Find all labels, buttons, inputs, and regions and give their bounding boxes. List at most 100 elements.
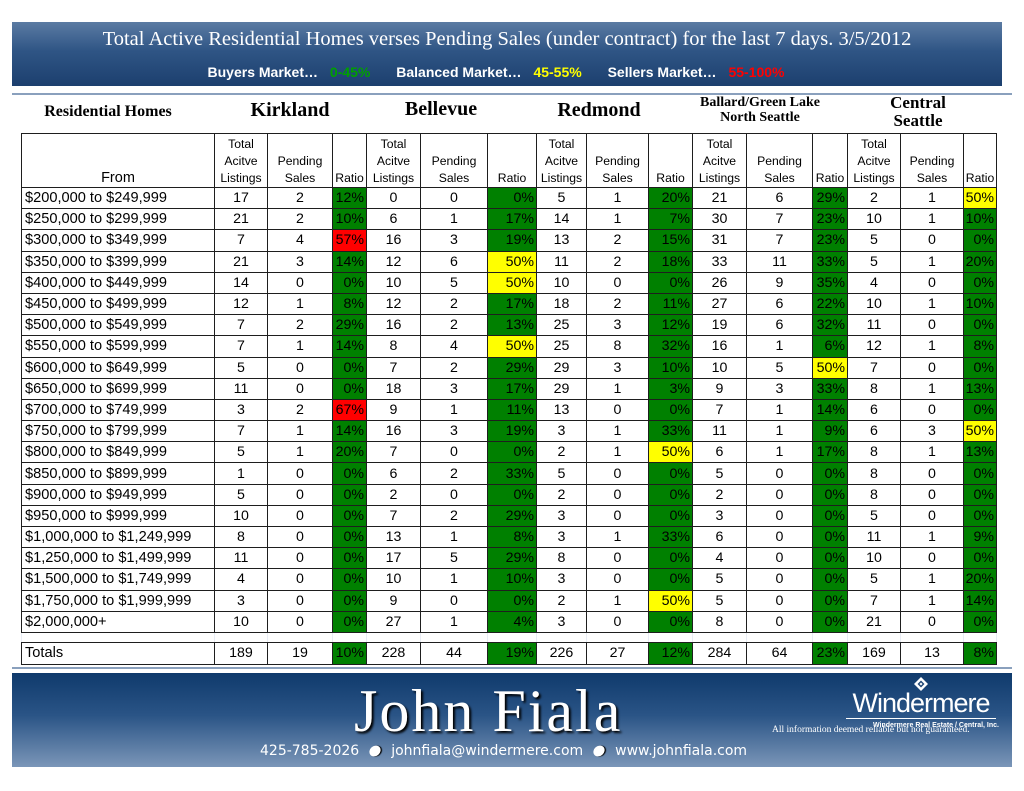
pending-header-text: Sales [764,171,795,185]
pending-sales-central: 0 [900,483,964,506]
active-listings-central: 11 [847,525,901,549]
active-listings-central: 8 [847,483,901,506]
active-listings-ballard: 26 [692,271,747,294]
pending-sales-kirkland: 0 [267,504,333,528]
ratio-ballard: 0% [812,504,848,528]
pending-sales-kirkland: 1 [267,292,333,316]
active-listings-bellevue: 18 [366,377,421,400]
ratio-redmond: 50% [648,589,693,612]
ratio-central: 50% [963,420,997,443]
ratio-ballard: 35% [812,271,848,294]
price-range-label: $300,000 to $349,999 [21,229,215,252]
active-listings-ballard: 16 [692,335,747,358]
ratio-redmond: 0% [648,610,693,633]
pending-sales-redmond: 0 [586,610,649,633]
active-listings-ballard: 6 [692,525,747,549]
ratio-central: 14% [963,589,997,612]
pending-header-text: Sales [284,171,316,185]
active-listings-redmond: 18 [536,292,587,316]
active-listings-bellevue: 16 [366,314,421,337]
market-legend: Buyers Market… 0-45% Balanced Market… 45… [12,64,1002,80]
pending-sales-kirkland: 0 [267,525,333,549]
active-listings-central: 6 [847,420,901,443]
active-listings-ballard: 27 [692,292,747,316]
ratio-ballard: 0% [812,462,848,485]
ratio-kirkland: 20% [332,441,367,464]
pending-sales-central: 1 [900,250,964,273]
pending-sales-ballard: 6 [746,292,813,316]
pending-sales-bellevue: 1 [420,208,488,231]
spacer-cell [332,631,367,643]
pending-sales-kirkland: 2 [267,398,333,422]
pending-sales-kirkland: 3 [267,250,333,273]
pending-sales-central: 1 [900,377,964,400]
pending-sales-ballard: 7 [746,229,813,252]
active-listings-redmond: 14 [536,208,587,231]
active-listings-redmond: 5 [536,186,587,210]
active-listings-central: 5 [847,504,901,528]
ratio-central: 0% [963,229,997,252]
ratio-bellevue: 50% [487,335,537,358]
ratio-kirkland: 0% [332,377,367,400]
table-row: $700,000 to $749,999 3 2 67% 9 1 11% 13 0 0% 7 1 14%… [21,398,997,422]
pending-sales-kirkland: 0 [267,483,333,506]
legend-balanced-label: Balanced Market… [396,64,522,80]
ratio-central: 10% [963,208,997,231]
active-listings-central: 8 [847,377,901,400]
ratio-ballard: 0% [812,568,848,591]
ratio-central: 20% [963,250,997,273]
pending-sales-central: 1 [900,568,964,591]
ratio-central: 13% [963,441,997,464]
pending-sales-kirkland: 19 [267,641,333,665]
pending-sales-ballard: 0 [746,483,813,506]
spacer-cell [812,631,848,643]
pending-sales-bellevue: 2 [420,314,488,337]
price-range-label: $550,000 to $599,999 [21,335,215,358]
price-range-label: $800,000 to $849,999 [21,441,215,464]
ratio-kirkland: 0% [332,525,367,549]
pending-sales-redmond: 2 [586,229,649,252]
ratio-bellevue: 0% [487,186,537,210]
ratio-bellevue: 0% [487,441,537,464]
listings-header-text: Listings [540,171,583,185]
pending-sales-ballard: 1 [746,398,813,422]
pending-sales-central: 1 [900,525,964,549]
ratio-redmond: 7% [648,208,693,231]
active-listings-bellevue: 16 [366,229,421,252]
pending-sales-ballard: 0 [746,504,813,528]
ratio-ballard: 0% [812,525,848,549]
ratio-header-redmond: Ratio [648,133,693,188]
ratio-kirkland: 10% [332,208,367,231]
pending-header-text: Sales [438,171,470,185]
table-row: $350,000 to $399,999 21 3 14% 12 6 50% 11 2 18% 33… [21,250,997,273]
legend-sellers-range: 55-100% [728,64,785,80]
active-listings-central: 10 [847,208,901,231]
price-range-label: $500,000 to $549,999 [21,314,215,337]
phone-number: 425-785-2026 [260,743,360,759]
ratio-central: 9% [963,525,997,549]
ratio-redmond: 12% [648,314,693,337]
bullet-icon [367,743,383,759]
ratio-ballard: 33% [812,377,848,400]
active-listings-bellevue: 2 [366,483,421,506]
pending-sales-kirkland: 0 [267,610,333,633]
ratio-kirkland: 14% [332,335,367,358]
ratio-central: 13% [963,377,997,400]
ratio-redmond: 0% [648,271,693,294]
ratio-kirkland: 10% [332,641,367,665]
pending-sales-redmond: 1 [586,420,649,443]
active-listings-kirkland: 17 [214,186,268,210]
listings-header-text: Total [548,137,575,151]
pending-sales-central: 0 [900,229,964,252]
website-link[interactable]: www.johnfiala.com [615,743,747,759]
email-link[interactable]: johnfiala@windermere.com [391,743,583,759]
active-listings-bellevue: 7 [366,356,421,379]
active-listings-bellevue: 7 [366,504,421,528]
pending-header-redmond: Pending Sales [586,133,649,188]
ratio-bellevue: 11% [487,398,537,422]
listings-header-ballard: Total Acitve Listings [692,133,747,188]
title-banner: Total Active Residential Homes verses Pe… [12,22,1002,86]
pending-header-text: Sales [916,171,948,185]
active-listings-bellevue: 6 [366,208,421,231]
pending-header-text: Pending [277,154,323,168]
